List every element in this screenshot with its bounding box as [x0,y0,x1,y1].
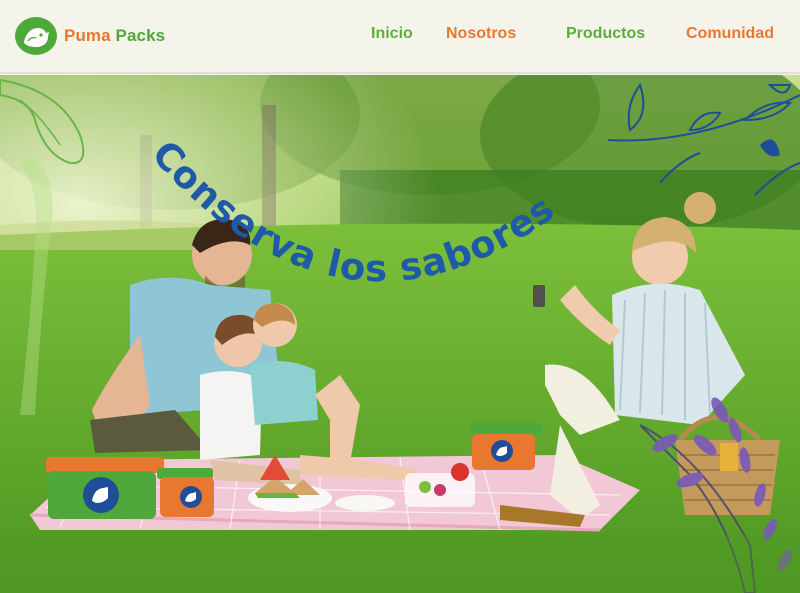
nav-productos[interactable]: Productos [566,25,645,43]
nav-nosotros[interactable]: Nosotros [446,25,516,43]
brand-name-part2: Packs [115,26,166,45]
svg-text:Conserva los sabores: Conserva los sabores [143,132,562,290]
headline-text: Conserva los sabores [143,132,561,290]
brand-name: Puma Packs [64,26,165,46]
nav-inicio[interactable]: Inicio [371,25,413,43]
brand-name-part1: Puma [64,26,111,45]
hero-banner: Conserva los sabores [0,75,800,593]
puma-logo-icon [15,17,57,55]
headline: Conserva los sabores [143,132,562,290]
logo[interactable]: Puma Packs [14,15,165,57]
nav-comunidad[interactable]: Comunidad [686,25,774,43]
site-header: Puma Packs Inicio Nosotros Productos Com… [0,0,800,74]
